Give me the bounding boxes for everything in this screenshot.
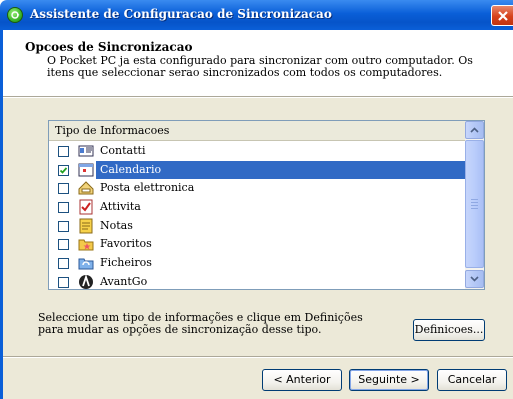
item-checkbox[interactable] [58,276,69,288]
item-label: Posta elettronica [100,181,195,195]
list-item[interactable]: AvantGo [49,273,465,289]
help-text: Seleccione um tipo de informações e cliq… [38,311,363,336]
list-item[interactable]: Favoritos [49,235,465,254]
item-checkbox[interactable] [58,220,69,232]
calendar-icon [78,162,94,178]
item-checkbox[interactable] [58,164,69,176]
list-items-container: Contatti Calendario Posta elettronica Attiv… [49,142,465,289]
contacts-icon [78,143,94,159]
scroll-down-button[interactable] [465,270,484,288]
item-label: Notas [100,218,133,232]
list-item[interactable]: Contatti [49,142,465,161]
item-label: Attivita [100,200,141,214]
back-button[interactable]: < Anterior [262,369,342,391]
item-label: AvantGo [100,274,148,288]
title-bar: Assistente de Configuracao de Sincroniza… [0,0,513,30]
item-label: Ficheiros [100,256,152,270]
item-label: Calendario [100,162,162,176]
footer-divider [3,356,513,358]
window-title: Assistente de Configuracao de Sincroniza… [30,7,332,21]
cancel-button[interactable]: Cancelar [437,369,507,391]
files-icon [78,255,94,271]
settings-button[interactable]: Definicoes... [413,319,485,341]
wizard-window: Opcoes de Sincronizacao O Pocket PC ja e… [0,30,513,399]
page-description: O Pocket PC ja esta configurado para sin… [47,54,473,79]
header-divider [3,96,513,98]
avantgo-icon [78,273,94,289]
list-item[interactable]: Attivita [49,198,465,217]
tasks-icon [78,199,94,215]
item-label: Favoritos [100,237,152,251]
list-item[interactable]: Posta elettronica [49,179,465,198]
next-button[interactable]: Seguinte > [349,369,429,391]
favorites-icon [78,236,94,252]
scroll-thumb[interactable] [465,140,484,268]
scroll-up-button[interactable] [465,121,484,139]
sync-app-icon [7,7,23,23]
vertical-scrollbar[interactable] [465,121,484,289]
info-type-list[interactable]: Tipo de Informacoes Contatti Calendario Po… [48,120,485,290]
list-column-header[interactable]: Tipo de Informacoes [49,121,465,141]
notes-icon [78,218,94,234]
item-checkbox[interactable] [58,202,69,214]
page-title: Opcoes de Sincronizacao [25,40,193,54]
close-button[interactable] [491,5,513,26]
item-label: Contatti [100,144,146,157]
item-checkbox[interactable] [58,183,69,195]
inbox-icon [78,180,94,196]
item-checkbox[interactable] [58,146,69,157]
list-item[interactable]: Notas [49,217,465,236]
item-checkbox[interactable] [58,239,69,251]
list-item[interactable]: Calendario [49,160,465,180]
item-checkbox[interactable] [58,258,69,270]
wizard-header: Opcoes de Sincronizacao O Pocket PC ja e… [3,30,513,96]
list-item[interactable]: Ficheiros [49,254,465,273]
